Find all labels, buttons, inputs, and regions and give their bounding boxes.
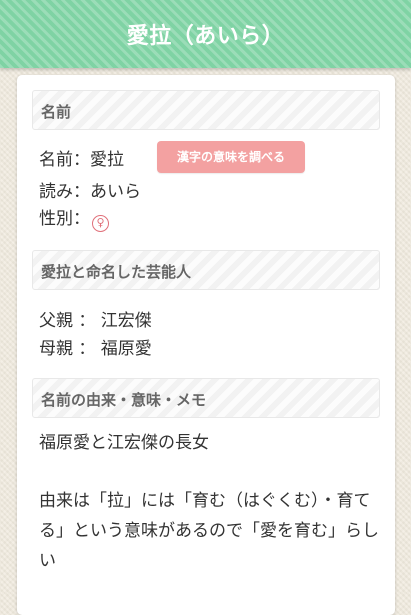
section-title-origin: 名前の由来・意味・メモ — [41, 391, 207, 409]
reading-line: 読み：あいら — [39, 182, 141, 202]
name-line: 名前：愛拉 — [39, 150, 124, 170]
name-detail-card: 名前 名前：愛拉 漢字の意味を調べる 読み：あいら 性別： ♀ 愛拉と命名した芸能… — [17, 75, 395, 615]
gender-label: 性別： — [39, 209, 90, 229]
section-title-celebrities: 愛拉と命名した芸能人 — [41, 263, 192, 281]
header-bar: 愛拉（あいら） — [0, 0, 411, 68]
mother-line: 母親 ： 福原愛 — [39, 339, 152, 359]
female-icon: ♀ — [92, 215, 109, 232]
father-line: 父親 ： 江宏傑 — [39, 311, 152, 331]
memo-line-1: 福原愛と江宏傑の長女 — [39, 433, 209, 453]
section-header-name: 名前 — [32, 90, 380, 130]
page-title: 愛拉（あいら） — [126, 24, 285, 49]
kanji-meaning-button[interactable]: 漢字の意味を調べる — [157, 141, 305, 173]
section-header-celebrities: 愛拉と命名した芸能人 — [32, 250, 380, 290]
gender-line: 性別： ♀ — [39, 204, 109, 232]
section-title-name: 名前 — [41, 103, 72, 121]
section-header-origin: 名前の由来・意味・メモ — [32, 378, 380, 418]
memo-line-2: 由来は「拉」には「育む（はぐくむ）・育てる」という意味があるので「愛を育む」らし… — [39, 491, 379, 571]
